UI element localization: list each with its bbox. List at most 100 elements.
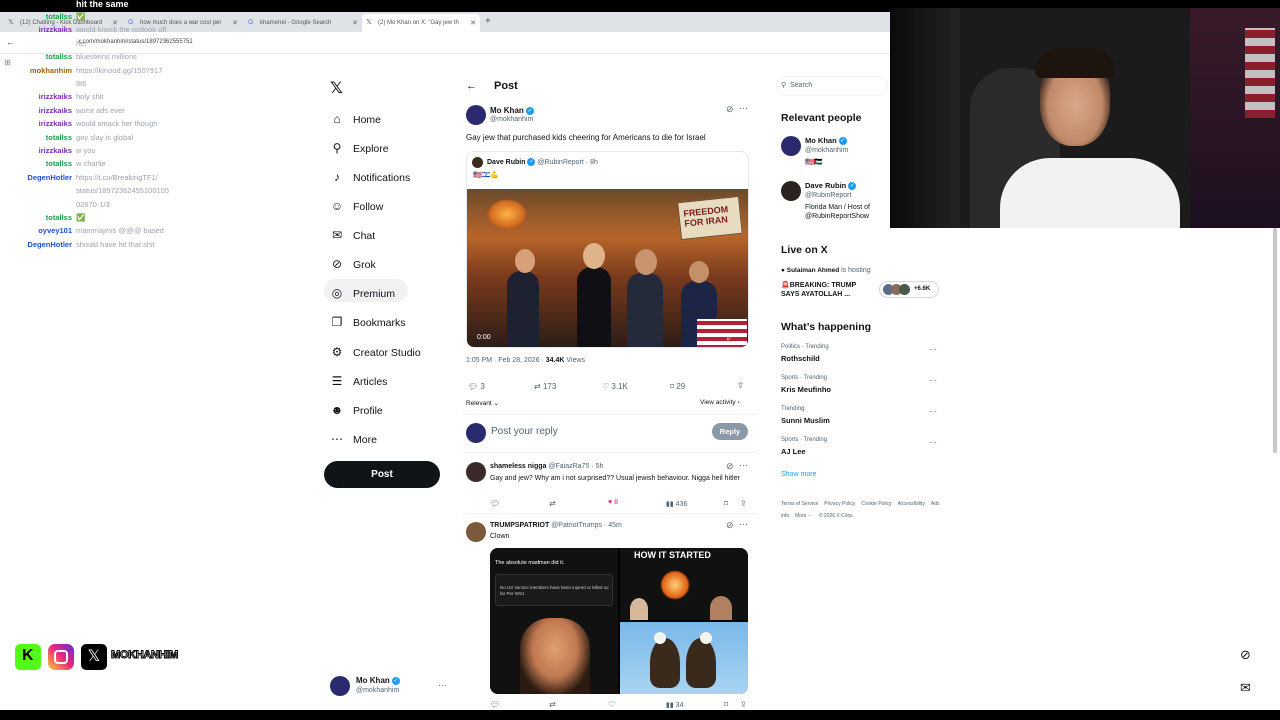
scrollbar[interactable] [1273,228,1277,453]
happening-heading: What’s happening [781,321,872,333]
person-avatar[interactable] [781,181,801,201]
back-arrow-icon[interactable]: ← [466,80,477,92]
more-dots-icon[interactable]: ··· [739,519,748,529]
trend-name[interactable]: Kris Meufinho [781,385,831,394]
footer-link[interactable]: © 2026 X Corp. [819,513,854,519]
bookmark-action[interactable]: ⌑ 29 [670,382,685,391]
reply-icon[interactable]: 💬︎ [490,700,500,709]
chat-text: mammajmis @@@ based [76,226,164,236]
url-field[interactable]: x.com/mokhanhim/status/18972362555751 [78,39,193,45]
repost-icon[interactable]: ⇄ [549,700,556,709]
close-tab-icon[interactable]: ✕ [470,19,476,27]
reply-input[interactable]: Post your reply [491,426,558,437]
live-listeners[interactable]: +6.6K [879,281,939,298]
search-input[interactable]: Search [790,82,812,89]
footer-link[interactable]: Cookie Policy [861,501,891,507]
footer-link[interactable]: More ··· [795,513,813,519]
search-box[interactable]: ⚲ Search [776,76,888,96]
more-dots-icon[interactable]: ··· [929,438,937,447]
person-avatar[interactable] [781,136,801,156]
trend-name[interactable]: AJ Lee [781,447,806,456]
relevant-people-heading: Relevant people [781,112,862,124]
close-tab-icon[interactable]: ✕ [232,19,238,27]
author-avatar[interactable] [466,105,486,125]
grok-icon[interactable]: ⊘ [726,104,734,115]
share-icon[interactable]: ⇪ [740,700,747,709]
chat-text: https://kinood.gg/1507917 [76,65,163,75]
image-right-bottom[interactable] [620,622,748,694]
share-icon[interactable]: ⇪ [737,381,744,390]
quoted-tweet[interactable]: Dave Rubin ✓ @RubinReport · 8h 🇺🇸🇮🇱💪 FRE… [466,151,749,348]
footer-link[interactable]: Privacy Policy [824,501,855,507]
browser-tab[interactable]: G khamenei - Google Search ✕ [244,14,362,32]
show-more-link[interactable]: Show more [781,471,816,478]
video-player[interactable]: FREEDOM FOR IRAN 0:00 ⤢ [467,189,748,347]
author-name-row[interactable]: Mo Khan ✓ [490,106,535,115]
grok-icon[interactable]: ⊘ [726,520,734,531]
more-dots-icon[interactable]: ··· [739,103,748,113]
post-button[interactable]: Post [324,461,440,488]
like-action[interactable]: ♥ 8 [608,499,618,506]
like-action[interactable]: ♡ 3.1K [602,382,628,391]
share-icon[interactable]: ⇪ [740,499,747,508]
person-figure [689,261,709,283]
close-tab-icon[interactable]: ✕ [112,19,118,27]
trend-name[interactable]: Sunni Muslim [781,416,830,425]
reply-action[interactable]: 💬︎ 3 [468,382,485,391]
heart-icon[interactable]: ♡ [608,700,615,709]
repost-icon[interactable]: ⇄ [549,499,556,508]
account-avatar[interactable] [330,676,350,696]
browser-tab-active[interactable]: 𝕏 (2) Mo Khan on X: "Gay jew th ✕ [362,14,480,32]
apps-grid-icon[interactable]: ⊞ [4,58,11,67]
streamer-shirt [1000,158,1180,228]
divider [462,513,757,514]
trend-name[interactable]: Rothschild [781,354,820,363]
tweet-meta: 1:05 PM · Feb 28, 2026 · 34.4K Views [466,357,585,364]
image-right-top[interactable]: HOW IT STARTED [620,548,748,620]
x-logo-icon[interactable]: 𝕏 [330,78,343,98]
more-dots-icon[interactable]: ··· [929,376,937,385]
fullscreen-icon[interactable]: ⤢ [727,333,733,343]
chat-text: 8t6 [76,79,87,88]
view-activity-link[interactable]: View activity › [700,399,740,406]
person-name-row[interactable]: Mo Khan ✓ [805,136,847,146]
grok-icon[interactable]: ⊘ [726,461,734,472]
reply-icon[interactable]: 💬︎ [490,499,500,508]
reply-image-grid[interactable]: The absolute madman did it. No US servic… [490,548,748,694]
person-figure [583,243,605,269]
chat-username: DegenHotler [27,172,72,182]
sort-dropdown[interactable]: Relevant ⌄ [466,399,499,407]
person-handle: @mokhanhim [805,147,849,154]
new-tab-button[interactable]: + [485,16,491,27]
person-photo [710,596,732,620]
mail-icon[interactable]: ✉ [1240,680,1251,696]
views-action[interactable]: ▮▮ 34 [666,701,683,709]
repost-action[interactable]: ⇄ 173 [534,382,556,391]
close-tab-icon[interactable]: ✕ [352,19,358,27]
more-dots-icon[interactable]: ··· [929,407,937,416]
live-title[interactable]: 🚨BREAKING: TRUMP SAYS AYATOLLAH ... [781,281,869,299]
reply-avatar[interactable] [466,462,486,482]
reply-avatar[interactable] [466,522,486,542]
person-name-row[interactable]: Dave Rubin ✓ [805,181,857,191]
live-host-row[interactable]: ● Sulaiman Ahmed is hosting [781,267,871,274]
reply-button[interactable]: Reply [712,423,748,440]
grok-icon[interactable]: ⊘ [1240,647,1251,663]
bookmark-icon[interactable]: ⌑ [724,700,728,709]
account-switcher[interactable]: Mo Khan ✓ [356,676,401,685]
views-action[interactable]: ▮▮ 436 [666,500,687,508]
quote-header: Dave Rubin ✓ @RubinReport · 8h [487,158,598,166]
more-dots-icon[interactable]: ··· [438,680,447,690]
footer-link[interactable]: Terms of Service [781,501,818,507]
image-left[interactable]: The absolute madman did it. No US servic… [490,548,618,694]
back-arrow-icon[interactable]: ← [6,37,15,47]
footer-link[interactable]: Accessibility [898,501,925,507]
nav-label: Chat [353,230,376,242]
browser-tab[interactable]: G how much does a war cost per ✕ [124,14,242,32]
chat-message: totallss ✅ [8,213,86,222]
chat-username: oyvey101 [38,226,72,236]
browser-tab[interactable]: 𝕏 (12) Chatting - Kick Dashboard ✕ [4,14,122,32]
more-dots-icon[interactable]: ··· [739,460,748,470]
bookmark-icon[interactable]: ⌑ [724,499,728,508]
more-dots-icon[interactable]: ··· [929,345,937,354]
